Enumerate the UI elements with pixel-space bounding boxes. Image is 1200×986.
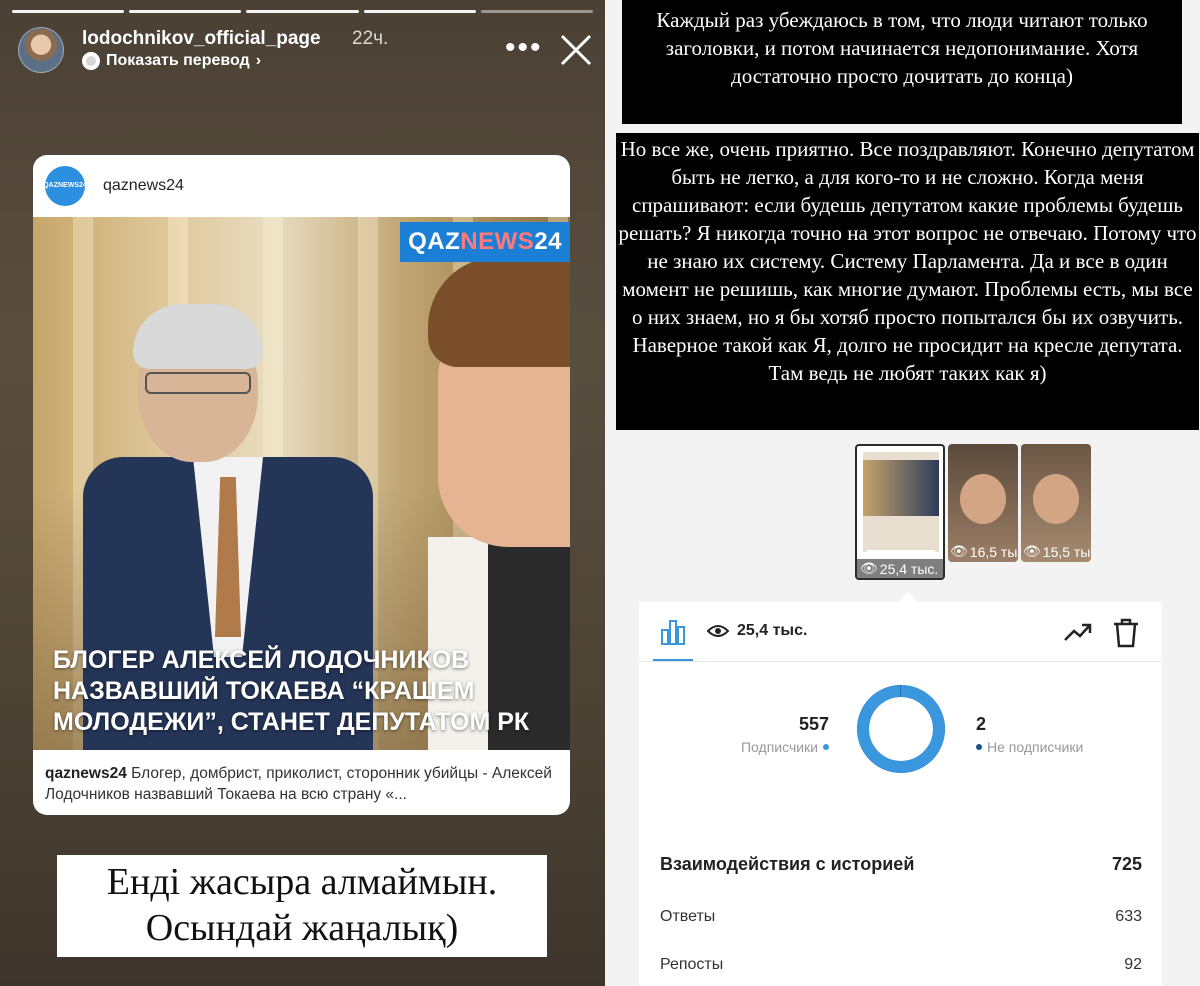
more-icon[interactable]: ••• (505, 33, 543, 63)
insights-card: 25,4 тыс. 557 Подписчики 2 Не подписчики… (639, 602, 1162, 986)
progress-segment (12, 10, 125, 13)
text-note-2: Но все же, очень приятно. Все поздравляю… (616, 133, 1199, 430)
views-count: 25,4 тыс. (737, 622, 808, 639)
reposts-label: Репосты (660, 956, 724, 973)
thumbnail-pointer (899, 592, 917, 602)
non-followers-stat: 2 Не подписчики (976, 714, 1136, 755)
eye-icon: 👁 (950, 543, 968, 559)
insights-tabbar: 25,4 тыс. (639, 602, 1162, 662)
story-panel: lodochnikov_official_page 22ч. Показать … (0, 0, 605, 986)
translate-icon (82, 52, 100, 70)
post-header: QAZNEWS24 qaznews24 (33, 155, 570, 217)
eye-icon (707, 625, 729, 637)
post-caption: qaznews24 Блогер, домбрист, приколист, с… (45, 763, 560, 805)
non-followers-dot (976, 744, 982, 750)
post-author[interactable]: qaznews24 (103, 177, 184, 195)
story-time: 22ч. (352, 28, 389, 49)
post-headline: БЛОГЕР АЛЕКСЕЙ ЛОДОЧНИКОВ НАЗВАВШИЙ ТОКА… (53, 646, 530, 736)
chevron-right-icon: › (255, 52, 262, 69)
progress-segment (480, 10, 594, 13)
eye-icon: 👁 (860, 560, 878, 576)
shared-post[interactable]: QAZNEWS24 qaznews24 QAZ NEWS 24 БЛОГЕР А… (33, 155, 570, 815)
interactions-title: Взаимодействия с историей (660, 854, 915, 874)
replies-value: 633 (1115, 908, 1142, 925)
close-icon[interactable] (558, 32, 594, 68)
qaznews-badge: QAZ NEWS 24 (400, 222, 570, 262)
insights-panel: Каждый раз убеждаюсь в том, что люди чит… (605, 0, 1200, 986)
reposts-value: 92 (1124, 956, 1142, 973)
translate-label: Показать перевод (106, 52, 250, 69)
progress-segment (129, 10, 242, 13)
eye-icon: 👁 (1023, 543, 1041, 559)
text-note-1: Каждый раз убеждаюсь в том, что люди чит… (622, 0, 1182, 124)
followers-label: Подписчики (740, 739, 818, 755)
story-thumbnail[interactable]: 👁16,5 тыс. (948, 444, 1018, 562)
donut-followers (857, 685, 945, 773)
progress-segment (363, 10, 476, 13)
story-text-sticker: Енді жасыра алмаймын. Осындай жаңалық) (57, 855, 547, 957)
replies-label: Ответы (660, 908, 716, 925)
followers-dot (823, 744, 829, 750)
active-tab-indicator (653, 659, 693, 661)
avatar[interactable] (18, 27, 64, 73)
bar-chart-icon[interactable] (659, 618, 687, 646)
story-progress (12, 10, 594, 13)
story-thumbnail[interactable]: 👁15,5 тыс. (1021, 444, 1091, 562)
translate-button[interactable]: Показать перевод › (82, 52, 261, 70)
caption-user: qaznews24 (45, 765, 127, 782)
trash-icon[interactable] (1113, 618, 1139, 648)
trending-icon[interactable] (1063, 620, 1093, 646)
story-thumbnail-active[interactable]: 👁 25,4 тыс. (855, 444, 945, 580)
followers-count: 557 (798, 714, 829, 734)
progress-segment (246, 10, 359, 13)
tab-viewers[interactable]: 25,4 тыс. (707, 622, 807, 640)
followers-stat: 557 Подписчики (719, 714, 829, 755)
story-username[interactable]: lodochnikov_official_page (82, 28, 321, 50)
post-image: QAZ NEWS 24 БЛОГЕР АЛЕКСЕЙ ЛОДОЧНИКОВ НАЗВ… (33, 217, 570, 750)
interactions-total: 725 (1111, 854, 1142, 874)
post-author-logo: QAZNEWS24 (43, 166, 87, 206)
non-followers-count: 2 (976, 714, 987, 734)
screenshot-root: lodochnikov_official_page 22ч. Показать … (0, 0, 1200, 986)
non-followers-label: Не подписчики (987, 739, 1084, 755)
followers-donut (857, 685, 945, 773)
